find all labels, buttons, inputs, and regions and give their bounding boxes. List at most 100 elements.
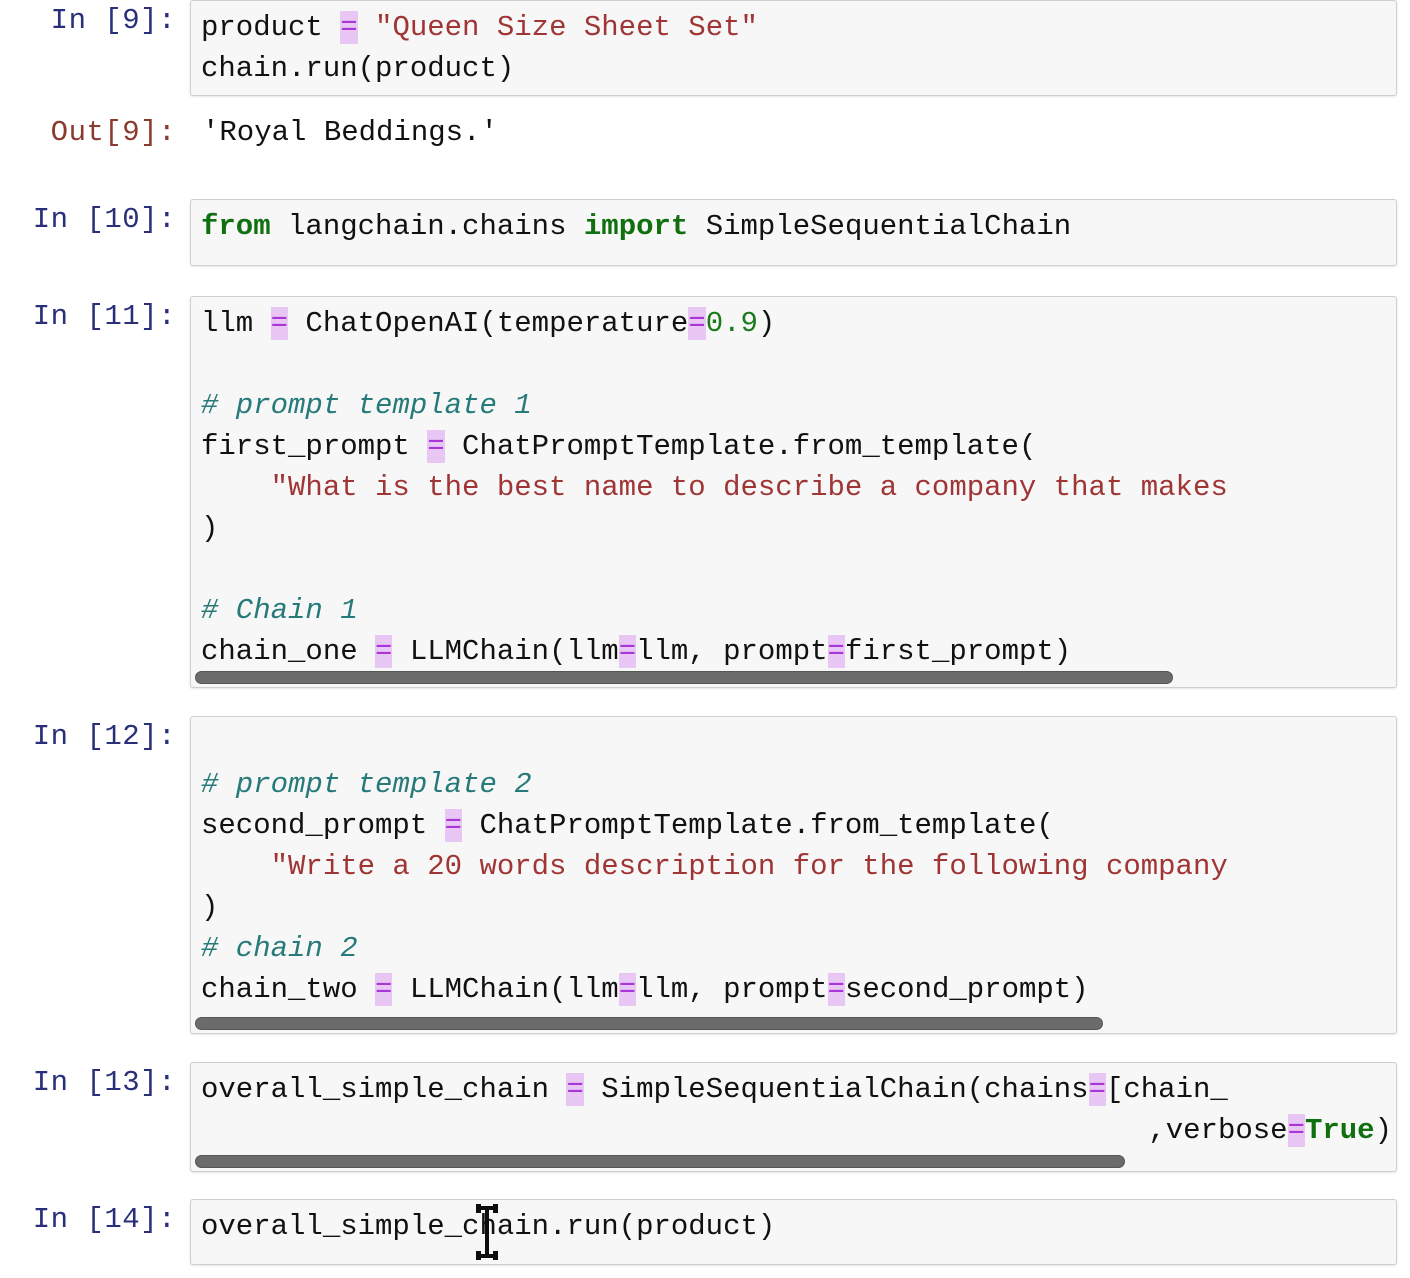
code-token: = [618, 635, 637, 668]
code-token: SimpleSequentialChain(chains [583, 1073, 1089, 1106]
code-line: llm = ChatOpenAI(temperature=0.9) [201, 303, 1396, 344]
cell-prompt-in-13: In [13]: [32, 1066, 176, 1099]
horizontal-scrollbar-in-13[interactable] [195, 1155, 1377, 1168]
code-token: chain_one [201, 635, 376, 668]
code-line: chain.run(product) [201, 48, 1396, 89]
code-token: llm [201, 307, 271, 340]
code-editor-in-9[interactable]: product = "Queen Size Sheet Set" chain.ru… [190, 0, 1397, 96]
code-editor-in-11[interactable]: llm = ChatOpenAI(temperature=0.9)​# prom… [190, 296, 1397, 688]
code-line: # chain 2 [201, 928, 1396, 969]
code-token: ChatPromptTemplate.from_template( [462, 809, 1054, 842]
code-token: = [827, 973, 845, 1006]
code-token: "Write a 20 words description for the fo… [201, 850, 1228, 883]
code-token: 0.9 [705, 307, 758, 340]
horizontal-scrollbar-in-11[interactable] [195, 671, 1377, 684]
scrollbar-thumb[interactable] [195, 1155, 1125, 1168]
scrollbar-thumb[interactable] [195, 671, 1173, 684]
horizontal-scrollbar-in-12[interactable] [195, 1017, 1377, 1030]
code-editor-in-13[interactable]: overall_simple_chain = SimpleSequentialC… [190, 1062, 1397, 1172]
code-token: SimpleSequentialChain [688, 210, 1072, 243]
code-token: = [827, 635, 845, 668]
code-content-in-11[interactable]: llm = ChatOpenAI(temperature=0.9)​# prom… [191, 297, 1396, 678]
code-line: second_prompt = ChatPromptTemplate.from_… [201, 805, 1396, 846]
code-token: second_prompt [201, 809, 445, 842]
code-line: product = "Queen Size Sheet Set" [201, 7, 1396, 48]
code-line: ​ [201, 723, 1396, 764]
code-token: LLMChain(llm [392, 635, 619, 668]
code-token: # prompt template 1 [201, 389, 532, 422]
code-line: chain_one = LLMChain(llm=llm, prompt=fir… [201, 631, 1396, 672]
code-line: "What is the best name to describe a com… [201, 467, 1396, 508]
code-line: ) [201, 508, 1396, 549]
code-token: = [375, 973, 393, 1006]
code-token: = [566, 1073, 584, 1106]
code-token: ) [201, 891, 219, 924]
cell-prompt-out-9: Out[9]: [50, 116, 176, 149]
code-token: import [583, 210, 689, 243]
code-token: chain.run(product) [201, 52, 515, 85]
jupyter-notebook-canvas: In [9]: product = "Queen Size Sheet Set"… [0, 0, 1410, 1278]
next-cell-clipped-text: ​ [0, 1264, 1410, 1278]
code-line: "Write a 20 words description for the fo… [201, 846, 1396, 887]
cell-prompt-in-9: In [9]: [50, 4, 176, 37]
cell-prompt-in-10: In [10]: [32, 203, 176, 236]
code-token: ChatPromptTemplate.from_template( [444, 430, 1037, 463]
code-token: # Chain 1 [201, 594, 358, 627]
code-token: = [1287, 1114, 1305, 1147]
code-token: llm, prompt [636, 973, 828, 1006]
code-token: # prompt template 2 [201, 768, 532, 801]
code-content-in-10[interactable]: from langchain.chains import SimpleSeque… [191, 200, 1396, 253]
code-line: ​ [201, 549, 1396, 590]
code-content-in-14[interactable]: overall_simple_chain.run(product) [191, 1200, 1396, 1253]
code-token: "Queen Size Sheet Set" [375, 11, 758, 44]
code-line: chain_two = LLMChain(llm=llm, prompt=sec… [201, 969, 1396, 1010]
code-token: = [427, 430, 445, 463]
code-token: ) [201, 512, 219, 545]
code-line: # Chain 1 [201, 590, 1396, 631]
code-line: # prompt template 2 [201, 764, 1396, 805]
code-token: ChatOpenAI(temperature [288, 307, 689, 340]
code-token: overall_simple_chain.run(product) [201, 1210, 776, 1243]
code-token: from [201, 210, 271, 243]
code-editor-in-10[interactable]: from langchain.chains import SimpleSeque… [190, 199, 1397, 266]
code-token: product [201, 11, 341, 44]
notebook-cell-in-11[interactable]: In [11]: llm = ChatOpenAI(temperature=0.… [0, 296, 1410, 688]
code-line: # prompt template 1 [201, 385, 1396, 426]
code-token: llm, prompt [636, 635, 828, 668]
scrollbar-thumb[interactable] [195, 1017, 1103, 1030]
code-token: first_prompt) [844, 635, 1072, 668]
notebook-cell-in-12[interactable]: In [12]: ​ # prompt template 2 second_prom… [0, 716, 1410, 1034]
code-line: overall_simple_chain.run(product) [201, 1206, 1396, 1247]
code-token: second_prompt) [844, 973, 1089, 1006]
code-token: first_prompt [201, 430, 428, 463]
code-line: ) [201, 887, 1396, 928]
code-token: = [340, 11, 358, 44]
cell-prompt-in-12: In [12]: [32, 720, 176, 753]
code-token: = [444, 809, 463, 842]
code-token: = [688, 307, 706, 340]
notebook-cell-in-13[interactable]: In [13]: overall_simple_chain = SimpleSe… [0, 1062, 1410, 1172]
code-token: True [1304, 1114, 1375, 1147]
code-editor-in-14[interactable]: overall_simple_chain.run(product) [190, 1199, 1397, 1265]
code-token: # chain 2 [201, 932, 358, 965]
code-content-in-13[interactable]: overall_simple_chain = SimpleSequentialC… [191, 1063, 1396, 1157]
code-editor-in-12[interactable]: ​ # prompt template 2 second_prompt = Chat… [190, 716, 1397, 1034]
code-token: ) [757, 307, 776, 340]
code-content-in-12[interactable]: ​ # prompt template 2 second_prompt = Chat… [191, 717, 1396, 1016]
cell-output-text-9: 'Royal Beddings.' [202, 116, 498, 149]
code-token: [chain_ [1105, 1073, 1228, 1106]
next-cell-clipped-strip: ​ [0, 1264, 1410, 1278]
code-line: overall_simple_chain = SimpleSequentialC… [201, 1069, 1396, 1110]
notebook-cell-out-9: Out[9]: 'Royal Beddings.' [0, 112, 1410, 153]
code-line: from langchain.chains import SimpleSeque… [201, 206, 1396, 247]
code-content-in-9[interactable]: product = "Queen Size Sheet Set" chain.ru… [191, 1, 1396, 95]
cell-prompt-in-11: In [11]: [32, 300, 176, 333]
code-line: ​ [201, 344, 1396, 385]
notebook-cell-in-9[interactable]: In [9]: product = "Queen Size Sheet Set"… [0, 0, 1410, 96]
notebook-cell-in-14[interactable]: In [14]: overall_simple_chain.run(produc… [0, 1199, 1410, 1265]
code-token: chain_two [201, 973, 376, 1006]
notebook-cell-in-10[interactable]: In [10]: from langchain.chains import Si… [0, 199, 1410, 266]
code-token: = [270, 307, 289, 340]
code-line: ,verbose=True) [201, 1110, 1396, 1151]
cell-prompt-in-14: In [14]: [32, 1203, 176, 1236]
